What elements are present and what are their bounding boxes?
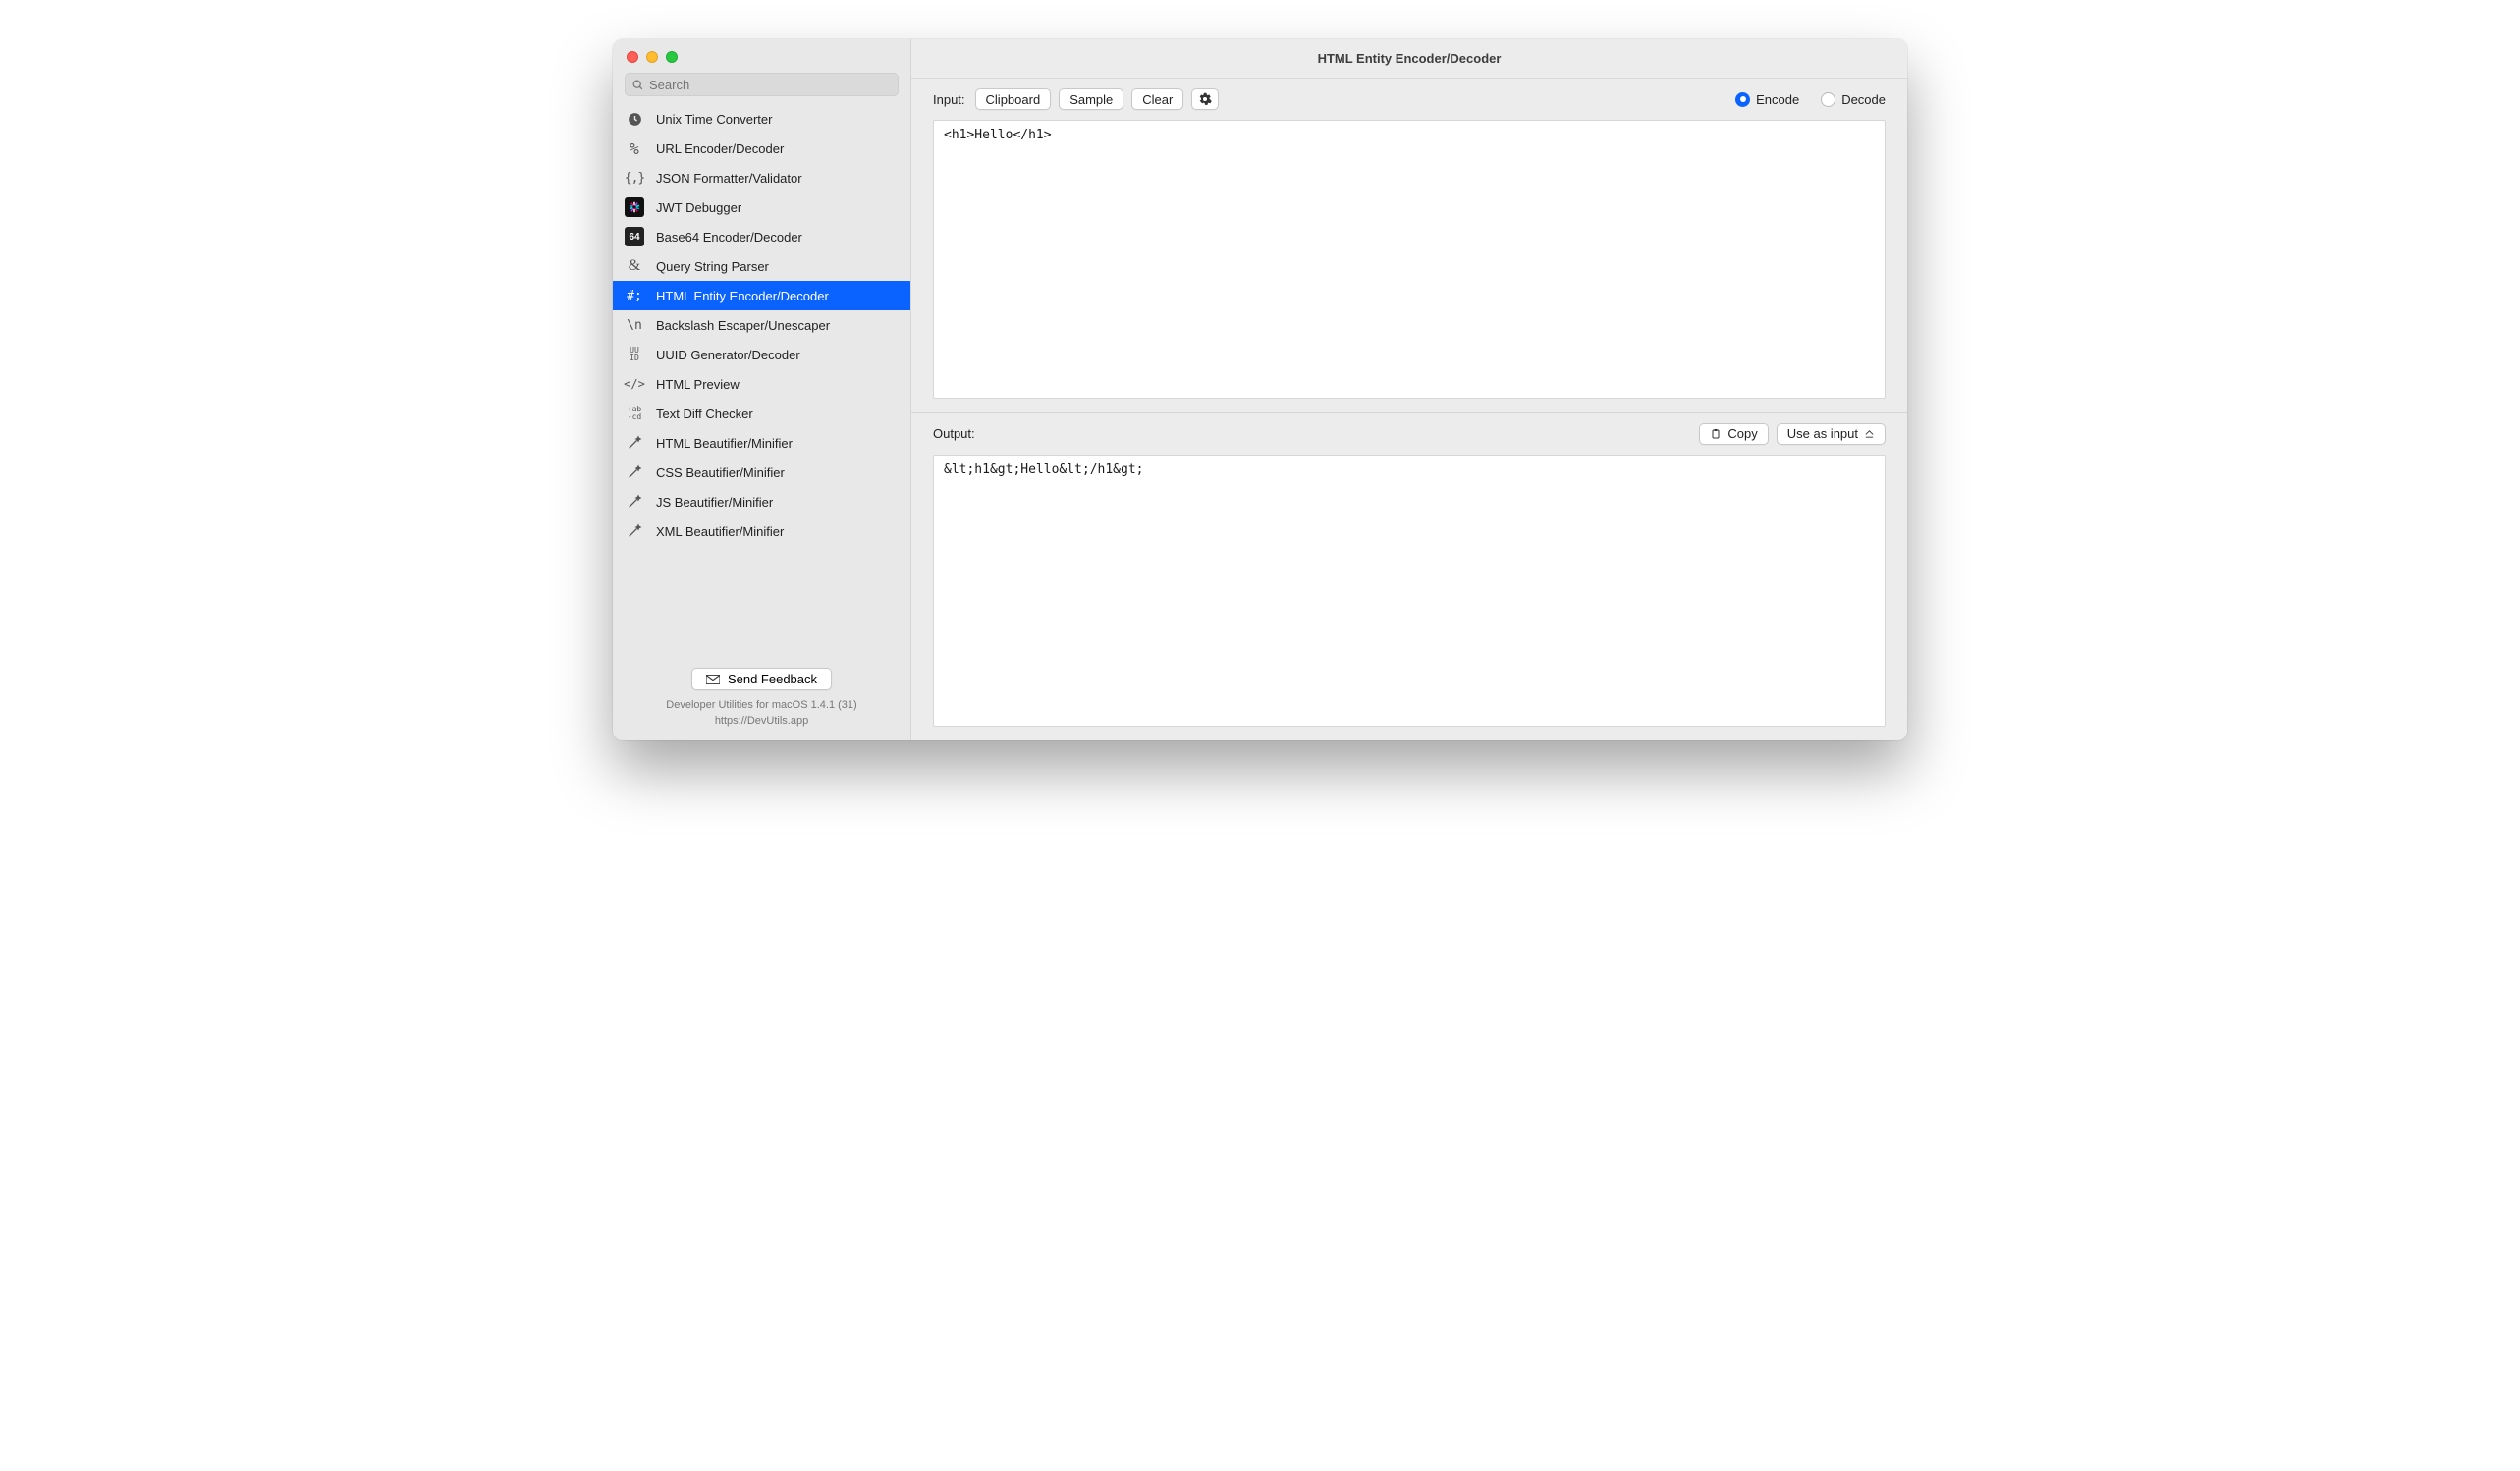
sidebar-item-label: CSS Beautifier/Minifier <box>656 465 785 480</box>
window-title: HTML Entity Encoder/Decoder <box>911 39 1907 79</box>
copy-label: Copy <box>1727 426 1757 441</box>
sidebar-item[interactable]: </> HTML Preview <box>613 369 910 399</box>
wand-icon <box>625 433 644 453</box>
encode-radio[interactable]: Encode <box>1735 92 1799 107</box>
percent-icon: % <box>625 138 644 158</box>
sidebar-item-label: Query String Parser <box>656 259 769 274</box>
sidebar-item-label: JSON Formatter/Validator <box>656 171 802 186</box>
tag-icon: </> <box>625 374 644 394</box>
sidebar-item[interactable]: JWT Debugger <box>613 192 910 222</box>
sidebar-item-label: JS Beautifier/Minifier <box>656 495 773 510</box>
sidebar-item-label: Text Diff Checker <box>656 407 753 421</box>
mail-icon <box>706 675 720 684</box>
tools-list: Unix Time Converter% URL Encoder/Decoder {… <box>613 104 910 660</box>
decode-radio[interactable]: Decode <box>1821 92 1886 107</box>
sidebar-item[interactable]: +ab-cd Text Diff Checker <box>613 399 910 428</box>
output-textarea[interactable]: &lt;h1&gt;Hello&lt;/h1&gt; <box>933 455 1886 727</box>
use-as-input-label: Use as input <box>1787 426 1858 441</box>
search-field[interactable] <box>625 73 899 96</box>
braces-icon: {,} <box>625 168 644 188</box>
sidebar-item-label: UUID Generator/Decoder <box>656 348 800 362</box>
close-window-button[interactable] <box>627 51 638 63</box>
radio-dot-icon <box>1821 92 1835 107</box>
ampersand-icon: & <box>625 256 644 276</box>
uuid-icon: UUID <box>625 345 644 364</box>
sample-button[interactable]: Sample <box>1059 88 1123 110</box>
sidebar-item[interactable]: &Query String Parser <box>613 251 910 281</box>
input-label: Input: <box>933 92 965 107</box>
backslash-icon: \n <box>625 315 644 335</box>
main-pane: HTML Entity Encoder/Decoder Input: Clipb… <box>911 39 1907 740</box>
sidebar-item-label: URL Encoder/Decoder <box>656 141 784 156</box>
wand-icon <box>625 521 644 541</box>
sidebar-footer: Send Feedback Developer Utilities for ma… <box>613 660 910 740</box>
input-pane: Input: Clipboard Sample Clear Encode <box>911 79 1907 413</box>
input-textarea[interactable]: <h1>Hello</h1> <box>933 120 1886 399</box>
decode-label: Decode <box>1841 92 1886 107</box>
diff-icon: +ab-cd <box>625 404 644 423</box>
jwt-icon <box>625 197 644 217</box>
footer-url: https://DevUtils.app <box>625 714 899 729</box>
copy-button[interactable]: Copy <box>1699 423 1768 445</box>
arrow-up-icon <box>1864 428 1875 439</box>
sidebar-item[interactable]: 64 Base64 Encoder/Decoder <box>613 222 910 251</box>
clock-icon <box>625 109 644 129</box>
clipboard-icon <box>1710 428 1722 440</box>
sidebar-item-label: HTML Beautifier/Minifier <box>656 436 793 451</box>
sidebar-item-label: JWT Debugger <box>656 200 741 215</box>
settings-button[interactable] <box>1191 88 1219 110</box>
encode-label: Encode <box>1756 92 1799 107</box>
app-window: Unix Time Converter% URL Encoder/Decoder {… <box>613 39 1907 740</box>
traffic-lights <box>613 39 910 73</box>
gear-icon <box>1198 92 1212 106</box>
entity-icon: #; <box>625 286 644 305</box>
sidebar-item[interactable]: CSS Beautifier/Minifier <box>613 458 910 487</box>
clear-button[interactable]: Clear <box>1131 88 1183 110</box>
sidebar-item[interactable]: Unix Time Converter <box>613 104 910 134</box>
sidebar-item[interactable]: JS Beautifier/Minifier <box>613 487 910 517</box>
b64-icon: 64 <box>625 227 644 246</box>
send-feedback-label: Send Feedback <box>728 672 817 686</box>
sidebar-item[interactable]: % URL Encoder/Decoder <box>613 134 910 163</box>
sidebar-item[interactable]: UUID UUID Generator/Decoder <box>613 340 910 369</box>
output-label: Output: <box>933 426 975 441</box>
search-input[interactable] <box>649 78 892 92</box>
sidebar-item-label: Backslash Escaper/Unescaper <box>656 318 830 333</box>
minimize-window-button[interactable] <box>646 51 658 63</box>
clipboard-button[interactable]: Clipboard <box>975 88 1052 110</box>
sidebar-item[interactable]: HTML Beautifier/Minifier <box>613 428 910 458</box>
sidebar-item[interactable]: XML Beautifier/Minifier <box>613 517 910 546</box>
use-as-input-button[interactable]: Use as input <box>1777 423 1886 445</box>
sidebar: Unix Time Converter% URL Encoder/Decoder {… <box>613 39 911 740</box>
sidebar-item-label: Unix Time Converter <box>656 112 772 127</box>
sidebar-item-label: HTML Entity Encoder/Decoder <box>656 289 829 303</box>
sidebar-item[interactable]: {,} JSON Formatter/Validator <box>613 163 910 192</box>
output-pane: Output: Copy Use as input <box>911 413 1907 740</box>
radio-dot-icon <box>1735 92 1750 107</box>
sidebar-item[interactable]: #; HTML Entity Encoder/Decoder <box>613 281 910 310</box>
sidebar-item-label: Base64 Encoder/Decoder <box>656 230 802 245</box>
footer-version: Developer Utilities for macOS 1.4.1 (31) <box>625 698 899 713</box>
search-icon <box>631 79 644 91</box>
send-feedback-button[interactable]: Send Feedback <box>691 668 832 690</box>
wand-icon <box>625 492 644 512</box>
wand-icon <box>625 463 644 482</box>
zoom-window-button[interactable] <box>666 51 678 63</box>
sidebar-item[interactable]: \n Backslash Escaper/Unescaper <box>613 310 910 340</box>
sidebar-item-label: HTML Preview <box>656 377 740 392</box>
sidebar-item-label: XML Beautifier/Minifier <box>656 524 784 539</box>
